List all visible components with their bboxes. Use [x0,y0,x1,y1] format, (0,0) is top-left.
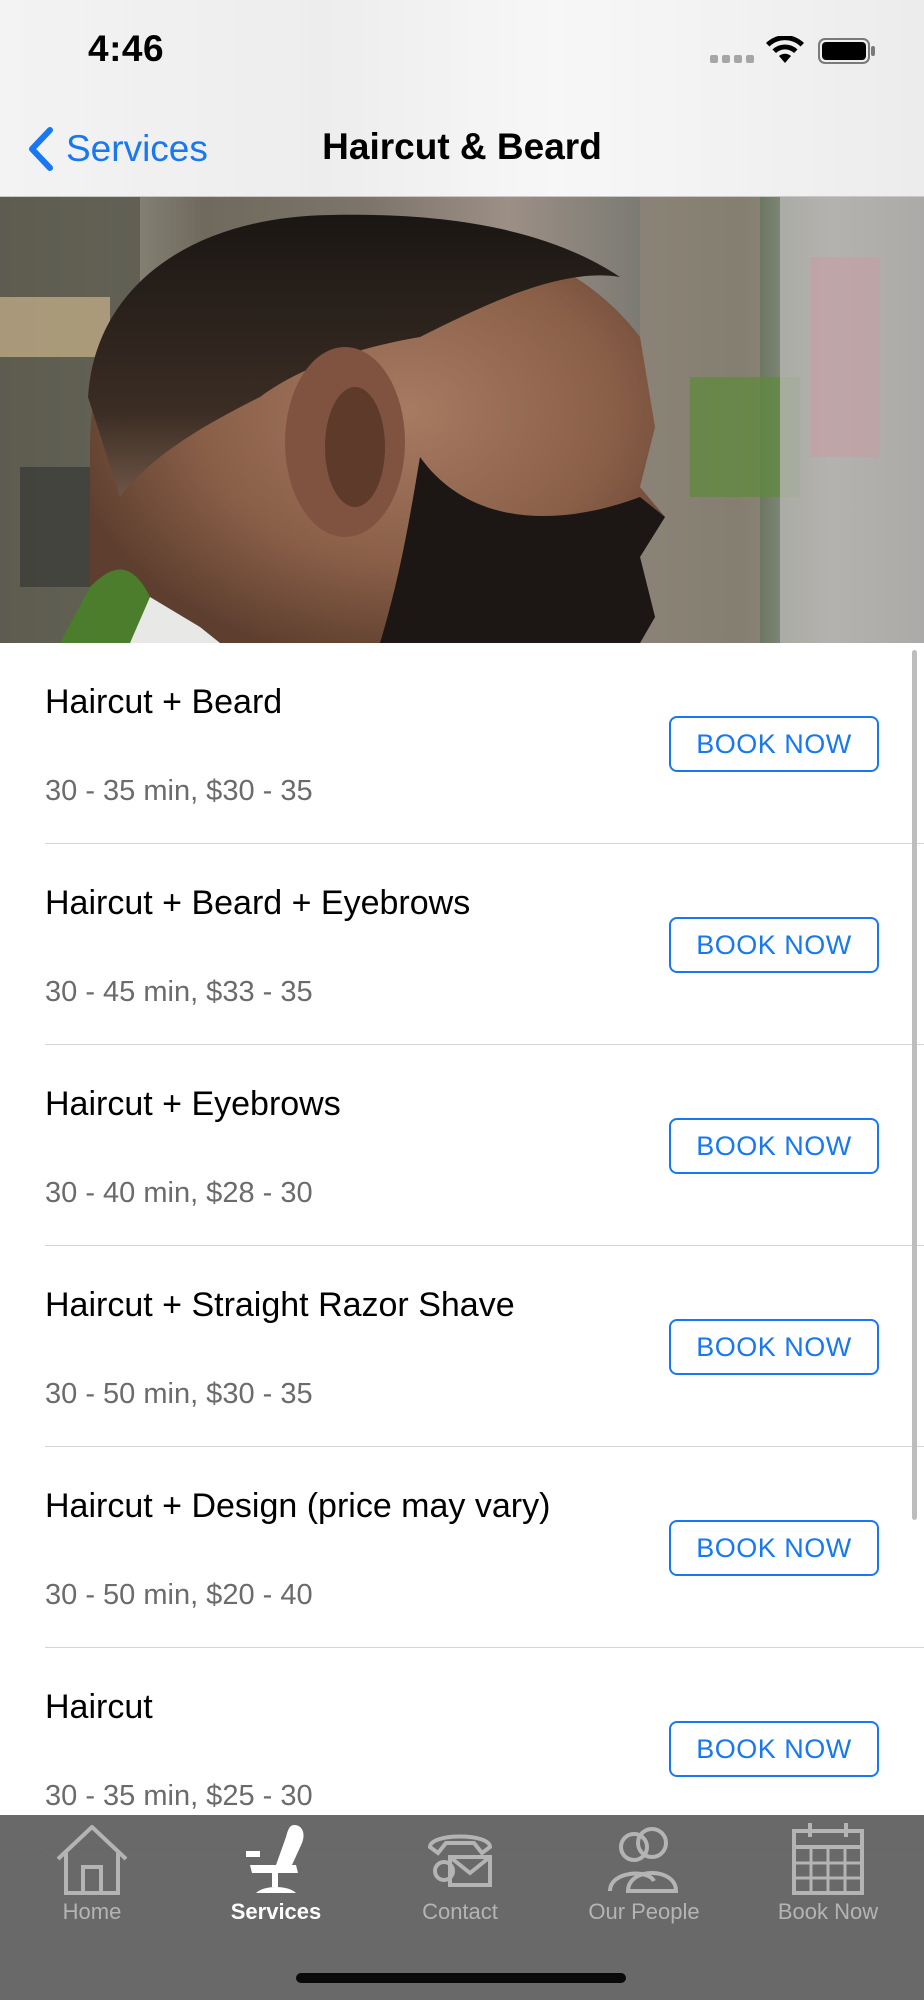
back-button[interactable]: Services [26,124,208,174]
phone-mail-icon [427,1834,493,1887]
service-duration-price: 30 - 35 min, $30 - 35 [45,775,313,807]
service-row: Haircut + Eyebrows 30 - 40 min, $28 - 30… [0,1045,924,1246]
service-row: Haircut + Beard + Eyebrows 30 - 45 min, … [0,844,924,1045]
service-duration-price: 30 - 35 min, $25 - 30 [45,1780,313,1812]
back-label: Services [66,128,208,169]
navigation-bar: Services Haircut & Beard [0,110,924,190]
home-indicator [296,1973,626,1983]
book-now-button[interactable]: BOOK NOW [669,1721,879,1777]
wifi-icon [766,36,804,63]
book-now-button[interactable]: BOOK NOW [669,1319,879,1375]
book-now-button[interactable]: BOOK NOW [669,716,879,772]
people-icon [608,1827,679,1893]
service-row: Haircut + Straight Razor Shave 30 - 50 m… [0,1246,924,1447]
service-duration-price: 30 - 40 min, $28 - 30 [45,1177,313,1209]
page-title: Haircut & Beard [322,126,602,167]
service-duration-price: 30 - 45 min, $33 - 35 [45,976,313,1008]
service-name: Haircut + Beard [45,683,283,721]
service-name: Haircut [45,1688,153,1726]
barber-chair-icon [246,1825,304,1893]
scrollbar[interactable] [912,650,917,1520]
header: 4:46 Services Haircut & Beard [0,0,924,197]
book-now-button[interactable]: BOOK NOW [669,1520,879,1576]
tab-label: Contact [422,1899,498,1924]
tab-home[interactable]: Home [0,1815,184,1955]
battery-icon [818,38,875,64]
tab-book-now[interactable]: Book Now [736,1815,920,1955]
service-name: Haircut + Design (price may vary) [45,1487,551,1525]
calendar-icon [792,1823,864,1895]
service-row: Haircut + Design (price may vary) 30 - 5… [0,1447,924,1648]
tab-contact[interactable]: Contact [368,1815,552,1955]
book-now-button[interactable]: BOOK NOW [669,917,879,973]
service-hero-image [0,197,924,643]
status-bar: 4:46 [0,0,924,100]
tab-services[interactable]: Services [184,1815,368,1955]
service-list: Haircut + Beard 30 - 35 min, $30 - 35 BO… [0,643,924,1849]
service-name: Haircut + Straight Razor Shave [45,1286,515,1324]
status-time: 4:46 [88,28,165,69]
tab-label: Book Now [777,1899,879,1924]
tab-our-people[interactable]: Our People [552,1815,736,1955]
service-duration-price: 30 - 50 min, $20 - 40 [45,1579,313,1611]
service-name: Haircut + Eyebrows [45,1085,341,1123]
book-now-button[interactable]: BOOK NOW [669,1118,879,1174]
tab-label: Services [230,1899,322,1924]
cellular-signal-icon [710,55,756,63]
service-row: Haircut + Beard 30 - 35 min, $30 - 35 BO… [0,643,924,844]
tab-label: Our People [588,1899,700,1924]
tab-label: Home [62,1899,122,1924]
service-name: Haircut + Beard + Eyebrows [45,884,471,922]
home-icon [56,1825,128,1895]
chevron-left-icon [29,127,53,171]
barber-photo [0,197,924,643]
service-duration-price: 30 - 50 min, $30 - 35 [45,1378,313,1410]
